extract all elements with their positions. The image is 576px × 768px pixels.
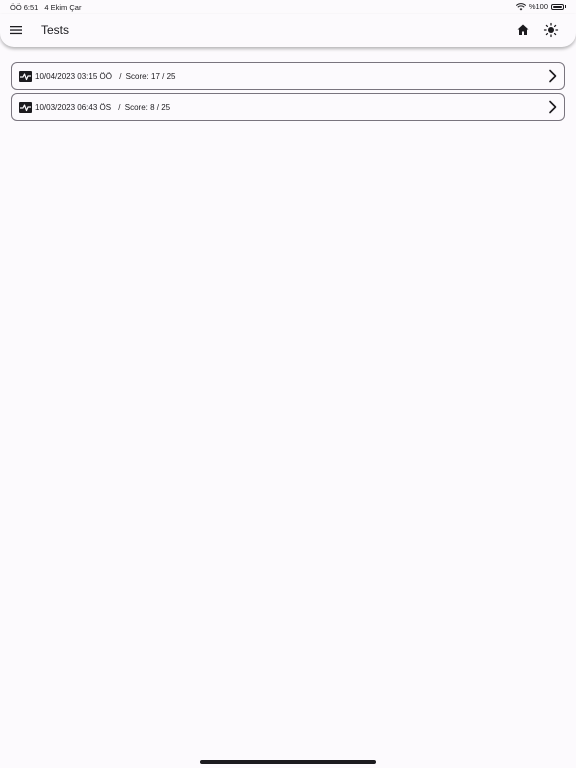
status-left: ÖÖ 6:51 4 Ekim Çar [10, 3, 81, 12]
wifi-icon [515, 2, 526, 10]
test-date: 10/03/2023 06:43 ÖS [35, 103, 112, 112]
home-indicator[interactable] [200, 760, 376, 764]
battery-percent: %100 [528, 2, 548, 11]
separator: / [119, 72, 122, 81]
battery-tip [565, 5, 566, 8]
status-date: 4 Ekim Çar [44, 3, 82, 12]
app-bar: Tests [0, 14, 576, 47]
menu-button[interactable] [9, 23, 23, 37]
brightness-icon [543, 22, 559, 38]
status-right: %100 [515, 2, 566, 11]
home-button[interactable] [516, 23, 530, 37]
test-score: Score: 17 / 25 [125, 72, 176, 81]
test-card-text: 10/03/2023 06:43 ÖS / Score: 8 / 25 [35, 102, 170, 113]
test-card[interactable]: 10/03/2023 06:43 ÖS / Score: 8 / 25 [11, 93, 565, 121]
heart-monitor-icon [19, 71, 32, 82]
separator: / [118, 103, 121, 112]
theme-toggle-button[interactable] [543, 22, 559, 38]
status-time: ÖÖ 6:51 [10, 3, 39, 12]
home-icon [517, 24, 529, 35]
page-title: Tests [41, 23, 70, 37]
status-bar: ÖÖ 6:51 4 Ekim Çar %100 [0, 0, 576, 14]
heart-monitor-icon [19, 102, 32, 113]
chevron-right-icon [549, 100, 557, 114]
test-list: 10/04/2023 03:15 ÖÖ / Score: 17 / 25 10/… [11, 62, 565, 124]
test-date: 10/04/2023 03:15 ÖÖ [35, 72, 112, 81]
test-card-text: 10/04/2023 03:15 ÖÖ / Score: 17 / 25 [35, 71, 175, 82]
menu-icon [10, 26, 22, 35]
battery-icon [551, 3, 564, 10]
test-card[interactable]: 10/04/2023 03:15 ÖÖ / Score: 17 / 25 [11, 62, 565, 90]
test-score: Score: 8 / 25 [124, 103, 171, 112]
chevron-right-icon [549, 69, 557, 83]
